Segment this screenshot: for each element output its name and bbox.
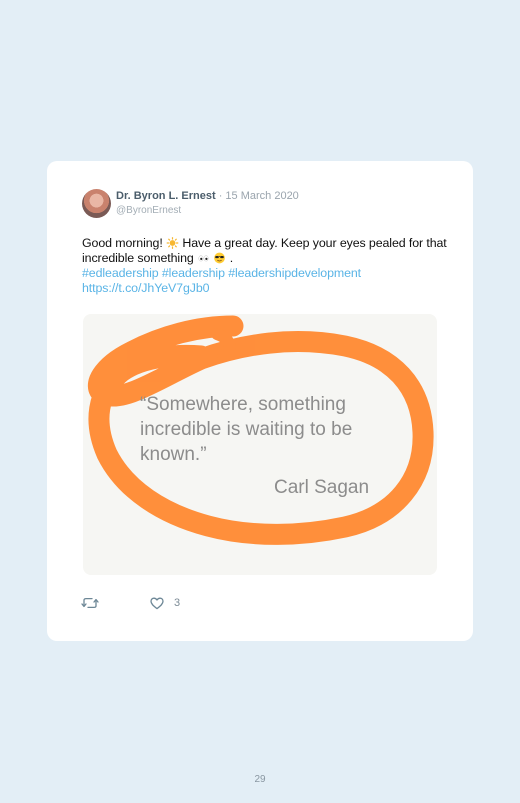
- avatar[interactable]: [82, 189, 111, 218]
- author-handle[interactable]: @ByronErnest: [116, 205, 181, 216]
- quote-text: “Somewhere, something incredible is wait…: [140, 394, 353, 465]
- author-line: Dr. Byron L. Ernest · 15 March 2020: [116, 190, 299, 202]
- tweet-hashtags[interactable]: #edleadership #leadership #leadershipdev…: [82, 266, 361, 280]
- tweet-media-image[interactable]: “Somewhere, something incredible is wait…: [83, 314, 437, 575]
- tweet-text-part3: .: [229, 251, 234, 265]
- retweet-icon[interactable]: [81, 596, 99, 610]
- sun-emoji-icon: [166, 237, 179, 249]
- tweet-card: Dr. Byron L. Ernest · 15 March 2020 @Byr…: [47, 161, 473, 641]
- heart-icon[interactable]: [150, 597, 164, 610]
- author-name[interactable]: Dr. Byron L. Ernest: [116, 190, 216, 202]
- tweet-link[interactable]: https://t.co/JhYeV7gJb0: [82, 281, 210, 295]
- eyes-emoji-icon: [198, 255, 209, 262]
- sunglasses-emoji-icon: [214, 252, 226, 264]
- page-number: 29: [254, 774, 266, 785]
- quote-author: Carl Sagan: [274, 477, 370, 498]
- like-count: 3: [174, 597, 181, 609]
- tweet-text: Good morning! Have a great day. Keep you…: [82, 236, 452, 296]
- tweet-text-part1: Good morning!: [82, 236, 163, 250]
- tweet-date: · 15 March 2020: [218, 190, 299, 202]
